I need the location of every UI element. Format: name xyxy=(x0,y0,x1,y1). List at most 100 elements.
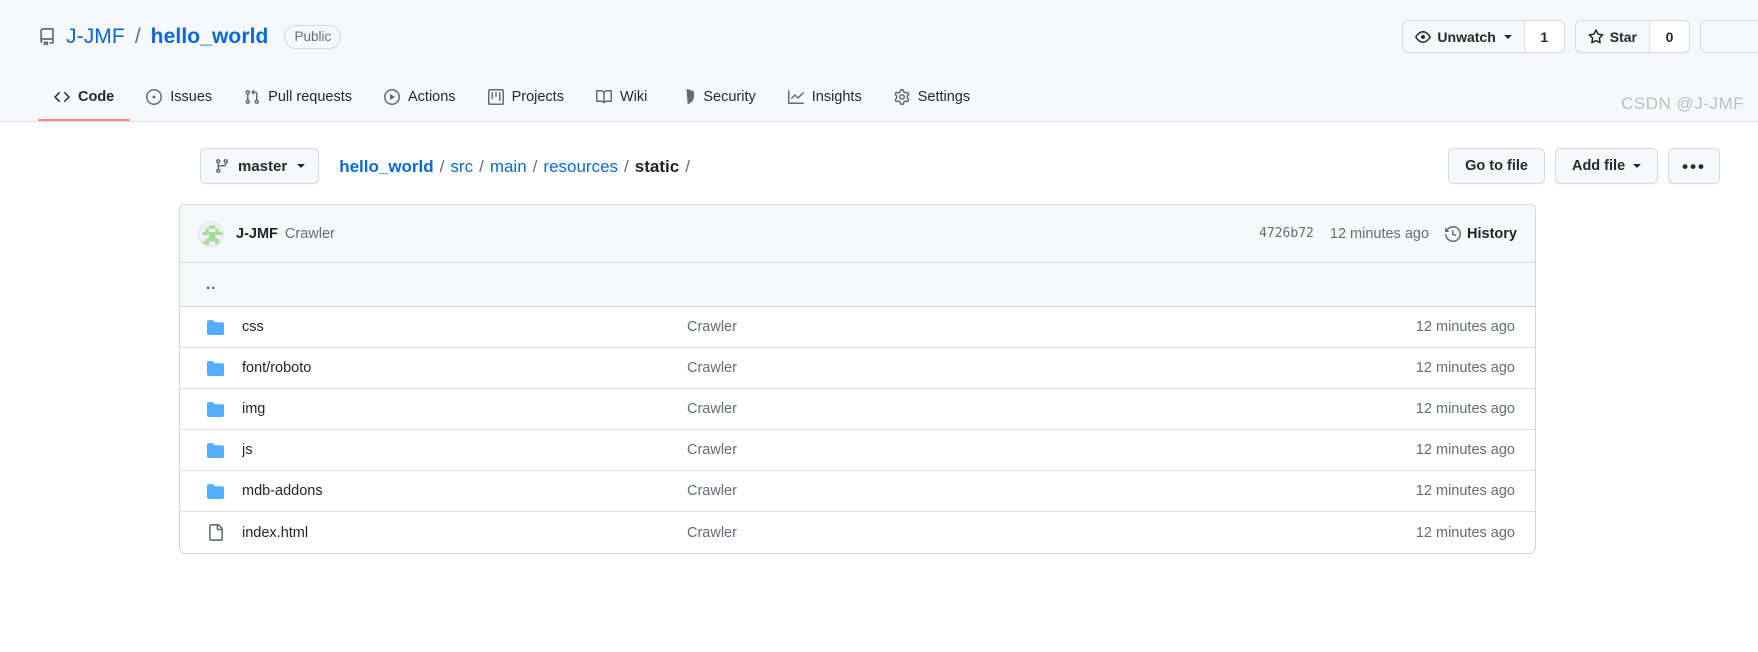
commit-message[interactable]: Crawler xyxy=(285,226,335,242)
file-name-link[interactable]: js xyxy=(242,442,687,458)
star-label: Star xyxy=(1609,28,1637,45)
tab-code-label: Code xyxy=(78,89,115,105)
file-name-link[interactable]: mdb-addons xyxy=(242,483,687,499)
eye-icon xyxy=(1415,29,1432,45)
tab-security-label: Security xyxy=(703,89,756,105)
chevron-down-icon xyxy=(297,164,306,168)
folder-icon xyxy=(198,401,242,418)
git-pull-request-icon xyxy=(244,89,260,105)
file-icon xyxy=(198,524,242,541)
row-commit-message[interactable]: Crawler xyxy=(687,442,1416,458)
breadcrumb-separator: / xyxy=(624,156,629,176)
table-row[interactable]: font/roboto Crawler 12 minutes ago xyxy=(180,348,1535,389)
tab-actions-label: Actions xyxy=(408,89,456,105)
commit-author[interactable]: J-JMF xyxy=(236,226,278,242)
unwatch-label: Unwatch xyxy=(1437,28,1496,45)
row-commit-message[interactable]: Crawler xyxy=(687,525,1416,541)
star-icon xyxy=(1588,28,1604,45)
repository-action-buttons: Unwatch 1 Star 0 xyxy=(1402,20,1758,53)
fork-button-partial[interactable] xyxy=(1700,20,1758,53)
row-commit-message[interactable]: Crawler xyxy=(687,360,1416,376)
tab-issues[interactable]: Issues xyxy=(130,75,228,121)
project-icon xyxy=(487,89,504,105)
star-count[interactable]: 0 xyxy=(1649,21,1689,52)
breadcrumb-item-static: static xyxy=(634,156,680,176)
tab-settings[interactable]: Settings xyxy=(878,75,986,121)
file-name-link[interactable]: font/roboto xyxy=(242,360,687,376)
watermark: CSDN @J-JMF xyxy=(1621,94,1744,113)
table-row[interactable]: index.html Crawler 12 minutes ago xyxy=(180,512,1535,553)
unwatch-button[interactable]: Unwatch xyxy=(1403,21,1524,52)
row-timestamp: 12 minutes ago xyxy=(1415,319,1515,335)
branch-name-label: master xyxy=(238,157,288,175)
avatar xyxy=(198,220,224,247)
folder-icon xyxy=(198,360,242,377)
row-commit-message[interactable]: Crawler xyxy=(687,401,1416,417)
tab-issues-label: Issues xyxy=(170,89,213,105)
commit-timestamp: 12 minutes ago xyxy=(1329,225,1430,242)
tab-insights-label: Insights xyxy=(811,89,862,105)
go-to-file-button[interactable]: Go to file xyxy=(1448,148,1545,184)
table-row[interactable]: js Crawler 12 minutes ago xyxy=(180,430,1535,471)
tab-wiki-label: Wiki xyxy=(619,89,648,105)
file-list-container: J-JMF Crawler 4726b72 12 minutes ago His… xyxy=(179,204,1536,554)
breadcrumb-separator: / xyxy=(532,156,538,176)
branch-icon xyxy=(214,158,230,174)
breadcrumb-separator: / xyxy=(439,156,445,176)
tab-security[interactable]: Security xyxy=(663,75,771,121)
row-timestamp: 12 minutes ago xyxy=(1415,401,1515,417)
parent-directory-row[interactable]: .. xyxy=(180,263,1535,307)
gear-icon xyxy=(894,89,910,105)
row-timestamp: 12 minutes ago xyxy=(1415,524,1515,541)
tab-projects[interactable]: Projects xyxy=(472,75,580,121)
file-browser-toolbar: master hello_world / src / main / resour… xyxy=(200,147,1720,185)
breadcrumb: hello_world / src / main / resources / s… xyxy=(339,158,696,175)
row-timestamp: 12 minutes ago xyxy=(1415,442,1515,458)
folder-icon xyxy=(198,442,242,459)
watch-button-group[interactable]: Unwatch 1 xyxy=(1402,20,1565,53)
history-link[interactable]: History xyxy=(1445,226,1517,242)
star-button[interactable]: Star xyxy=(1575,21,1649,52)
parent-directory-link[interactable]: .. xyxy=(198,276,216,293)
branch-selector[interactable]: master xyxy=(200,148,320,184)
more-options-button[interactable]: ••• xyxy=(1668,148,1720,184)
issue-opened-icon xyxy=(146,89,163,105)
commit-meta: 4726b72 12 minutes ago History xyxy=(1259,226,1517,242)
folder-icon xyxy=(198,319,242,336)
file-name-link[interactable]: index.html xyxy=(242,525,687,541)
row-commit-message[interactable]: Crawler xyxy=(687,483,1416,499)
repository-header: J-JMF / hello_world Public Unwatch 1 Sta… xyxy=(0,0,1758,122)
tab-wiki[interactable]: Wiki xyxy=(580,75,663,121)
row-commit-message[interactable]: Crawler xyxy=(687,319,1416,335)
star-button-group[interactable]: Star 0 xyxy=(1574,20,1690,53)
table-row[interactable]: mdb-addons Crawler 12 minutes ago xyxy=(180,471,1535,512)
breadcrumb-separator: / xyxy=(685,156,690,176)
repo-name-link[interactable]: hello_world xyxy=(151,22,269,52)
repo-owner-link[interactable]: J-JMF xyxy=(66,22,125,52)
latest-commit-bar: J-JMF Crawler 4726b72 12 minutes ago His… xyxy=(180,205,1535,263)
add-file-button[interactable]: Add file xyxy=(1554,148,1659,184)
row-timestamp: 12 minutes ago xyxy=(1415,360,1515,376)
file-name-link[interactable]: css xyxy=(242,319,687,335)
tab-insights[interactable]: Insights xyxy=(772,75,878,121)
table-row[interactable]: img Crawler 12 minutes ago xyxy=(180,389,1535,430)
breadcrumb-item-hello_world[interactable]: hello_world xyxy=(339,158,433,175)
breadcrumb-item-src[interactable]: src xyxy=(450,158,473,175)
file-name-link[interactable]: img xyxy=(242,401,687,417)
repo-title-separator: / xyxy=(134,25,141,48)
breadcrumb-item-resources[interactable]: resources xyxy=(543,158,618,175)
watch-count[interactable]: 1 xyxy=(1523,21,1564,52)
table-row[interactable]: css Crawler 12 minutes ago xyxy=(180,307,1535,348)
chevron-down-icon xyxy=(1633,164,1642,168)
repository-title: J-JMF / hello_world Public xyxy=(38,22,342,52)
history-label: History xyxy=(1467,225,1517,242)
commit-sha[interactable]: 4726b72 xyxy=(1259,226,1314,241)
tab-actions[interactable]: Actions xyxy=(368,75,472,121)
tab-code[interactable]: Code xyxy=(38,75,131,121)
tab-pull-requests[interactable]: Pull requests xyxy=(228,75,368,121)
book-icon xyxy=(595,89,612,105)
breadcrumb-separator: / xyxy=(479,156,484,176)
breadcrumb-item-main[interactable]: main xyxy=(490,158,527,175)
tab-projects-label: Projects xyxy=(511,89,564,105)
visibility-badge: Public xyxy=(284,24,342,50)
